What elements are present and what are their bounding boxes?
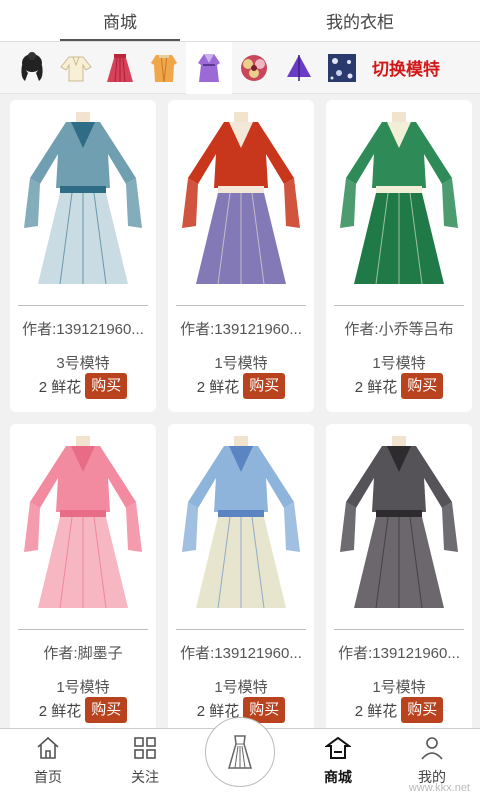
user-icon bbox=[421, 737, 443, 760]
nav-follow[interactable]: 关注 bbox=[115, 735, 175, 795]
fan-accessory-icon bbox=[287, 54, 311, 81]
hairstyle-icon bbox=[21, 51, 43, 81]
card-divider bbox=[18, 629, 148, 630]
price-row: 2 鲜花 购买 bbox=[326, 697, 472, 723]
product-author: 作者:139121960... bbox=[180, 645, 302, 662]
category-fan[interactable] bbox=[276, 42, 320, 94]
product-card[interactable]: 作者:小乔等吕布 1号模特 2 鲜花 购买 bbox=[326, 100, 472, 412]
full-outfit-icon bbox=[198, 53, 220, 82]
category-hairstyle[interactable] bbox=[10, 42, 54, 94]
headdress-flower-icon bbox=[241, 54, 267, 81]
product-price: 2 鲜花 bbox=[354, 378, 398, 396]
product-model: 1号模特 bbox=[372, 355, 426, 372]
product-price: 2 鲜花 bbox=[196, 378, 240, 396]
product-card[interactable]: 作者:脚墨子 1号模特 2 鲜花 购买 bbox=[10, 424, 156, 728]
card-divider bbox=[334, 305, 464, 306]
nav-shop[interactable]: 商城 bbox=[308, 735, 368, 795]
hanfu-outfit-image bbox=[340, 112, 458, 285]
shop-icon bbox=[325, 736, 351, 759]
nav-home-label: 首页 bbox=[34, 769, 62, 785]
hanfu-outfit-image bbox=[340, 436, 458, 609]
price-row: 2 鲜花 购买 bbox=[168, 373, 314, 399]
robe-icon bbox=[151, 54, 177, 82]
category-top[interactable] bbox=[54, 42, 98, 94]
tab-my-wardrobe[interactable]: 我的衣柜 bbox=[240, 0, 480, 41]
buy-button[interactable]: 购买 bbox=[85, 373, 128, 399]
product-author: 作者:139121960... bbox=[180, 321, 302, 338]
product-author: 作者:139121960... bbox=[22, 321, 144, 338]
product-card[interactable]: 作者:139121960... 1号模特 2 鲜花 购买 bbox=[168, 100, 314, 412]
category-full-outfit[interactable] bbox=[186, 41, 232, 94]
buy-button[interactable]: 购买 bbox=[243, 373, 286, 399]
home-icon bbox=[37, 736, 59, 759]
nav-shop-label: 商城 bbox=[324, 769, 352, 785]
price-row: 2 鲜花 购买 bbox=[326, 373, 472, 399]
skirt-icon bbox=[107, 53, 133, 82]
product-model: 1号模特 bbox=[214, 679, 268, 696]
product-price: 2 鲜花 bbox=[38, 702, 82, 720]
nav-follow-label: 关注 bbox=[131, 769, 159, 785]
product-author: 作者:脚墨子 bbox=[43, 645, 123, 662]
buy-button[interactable]: 购买 bbox=[401, 373, 444, 399]
card-divider bbox=[334, 629, 464, 630]
product-card[interactable]: 作者:139121960... 1号模特 2 鲜花 购买 bbox=[326, 424, 472, 728]
product-model: 1号模特 bbox=[214, 355, 268, 372]
top-tab-bar: 商城 我的衣柜 bbox=[0, 0, 480, 42]
product-card[interactable]: 作者:139121960... 3号模特 2 鲜花 购买 bbox=[10, 100, 156, 412]
dress-icon bbox=[228, 735, 252, 769]
product-model: 1号模特 bbox=[372, 679, 426, 696]
buy-button[interactable]: 购买 bbox=[401, 697, 444, 723]
product-model: 3号模特 bbox=[56, 355, 110, 372]
category-headdress[interactable] bbox=[232, 42, 276, 94]
product-author: 作者:139121960... bbox=[338, 645, 460, 662]
product-grid: 作者:139121960... 3号模特 2 鲜花 购买 作者:13912196… bbox=[10, 100, 472, 728]
price-row: 2 鲜花 购买 bbox=[10, 697, 156, 723]
wardrobe-center-button[interactable] bbox=[205, 717, 275, 787]
card-divider bbox=[176, 629, 306, 630]
grid-icon bbox=[134, 737, 156, 759]
top-shirt-icon bbox=[60, 56, 92, 81]
switch-model-button[interactable]: 切换模特 bbox=[372, 55, 440, 80]
product-price: 2 鲜花 bbox=[354, 702, 398, 720]
card-divider bbox=[176, 305, 306, 306]
hanfu-outfit-image bbox=[24, 112, 142, 285]
product-author: 作者:小乔等吕布 bbox=[344, 321, 454, 338]
bottom-nav: 首页 关注 商城 我的 www.kkx.net bbox=[0, 717, 480, 800]
product-price: 2 鲜花 bbox=[38, 378, 82, 396]
tab-shop[interactable]: 商城 bbox=[0, 0, 240, 41]
product-card[interactable]: 作者:139121960... 1号模特 2 鲜花 购买 bbox=[168, 424, 314, 728]
nav-home[interactable]: 首页 bbox=[18, 735, 78, 795]
watermark-text: www.kkx.net bbox=[408, 782, 470, 794]
hanfu-outfit-image bbox=[182, 112, 300, 285]
card-divider bbox=[18, 305, 148, 306]
category-skirt[interactable] bbox=[98, 42, 142, 94]
buy-button[interactable]: 购买 bbox=[85, 697, 128, 723]
product-model: 1号模特 bbox=[56, 679, 110, 696]
category-strip: 切换模特 bbox=[0, 41, 480, 94]
hanfu-outfit-image bbox=[182, 436, 300, 609]
background-pattern-icon bbox=[328, 53, 356, 82]
hanfu-outfit-image bbox=[24, 436, 142, 609]
price-row: 2 鲜花 购买 bbox=[10, 373, 156, 399]
category-robe[interactable] bbox=[142, 42, 186, 94]
category-background[interactable] bbox=[320, 42, 364, 94]
